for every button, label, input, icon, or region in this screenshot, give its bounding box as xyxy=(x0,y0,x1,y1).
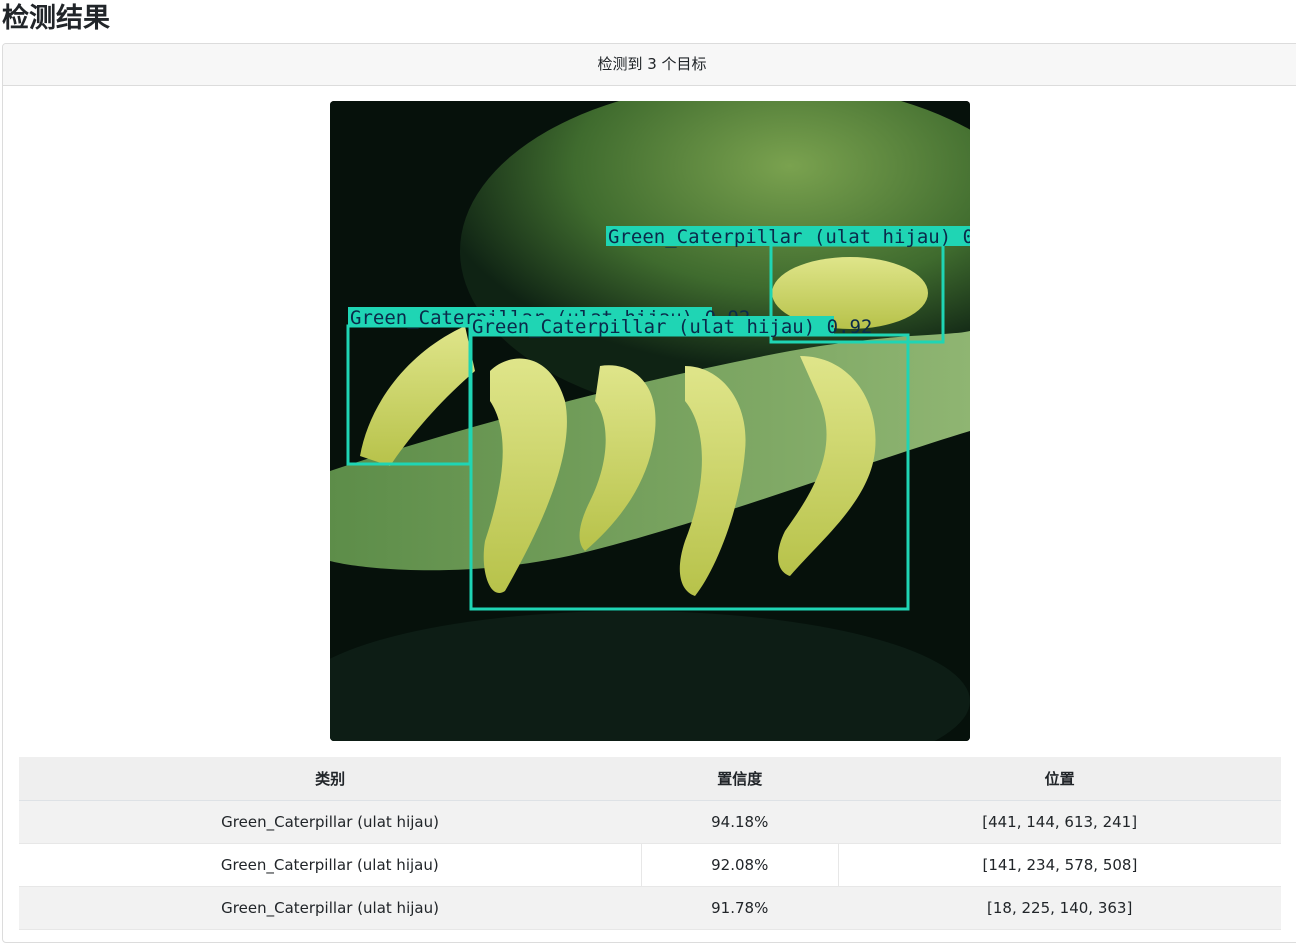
detection-count-header: 检测到 3 个目标 xyxy=(3,44,1296,86)
detection-label-2-text: Green_Caterpillar (ulat hijau) 0.92 xyxy=(472,316,872,338)
cell-position: [441, 144, 613, 241] xyxy=(838,800,1281,844)
page-title: 检测结果 xyxy=(2,3,110,34)
cell-position: [141, 234, 578, 508] xyxy=(837,843,1281,887)
result-card: 检测到 3 个目标 Green_Caterpillar (ulat hijau)… xyxy=(2,43,1296,943)
detection-label-1: Green_Caterpillar (ulat hijau) 0.94 xyxy=(606,226,970,248)
detection-image-canvas: Green_Caterpillar (ulat hijau) 0.94 Gree… xyxy=(330,101,970,741)
table-row: Green_Caterpillar (ulat hijau) 94.18% [4… xyxy=(19,800,1281,844)
header-confidence: 置信度 xyxy=(641,757,839,801)
detection-label-2: Green_Caterpillar (ulat hijau) 0.92 xyxy=(470,316,872,338)
detection-table-wrapper: 类别 置信度 位置 Green_Caterpillar (ulat hijau)… xyxy=(19,757,1281,930)
header-class: 类别 xyxy=(19,757,642,801)
cell-class: Green_Caterpillar (ulat hijau) xyxy=(19,886,642,930)
cell-class: Green_Caterpillar (ulat hijau) xyxy=(19,843,642,887)
cell-confidence: 92.08% xyxy=(640,843,839,887)
table-header-row: 类别 置信度 位置 xyxy=(19,757,1281,801)
cell-confidence: 94.18% xyxy=(641,800,839,844)
cell-position: [18, 225, 140, 363] xyxy=(838,886,1281,930)
detection-result-image: Green_Caterpillar (ulat hijau) 0.94 Gree… xyxy=(330,101,970,741)
header-position: 位置 xyxy=(838,757,1281,801)
cell-confidence: 91.78% xyxy=(641,886,839,930)
detection-table: 类别 置信度 位置 Green_Caterpillar (ulat hijau)… xyxy=(19,757,1281,930)
table-row: Green_Caterpillar (ulat hijau) 92.08% [1… xyxy=(19,843,1281,887)
table-row: Green_Caterpillar (ulat hijau) 91.78% [1… xyxy=(19,886,1281,930)
detection-label-1-text: Green_Caterpillar (ulat hijau) 0.94 xyxy=(608,226,970,248)
cell-class: Green_Caterpillar (ulat hijau) xyxy=(19,800,642,844)
